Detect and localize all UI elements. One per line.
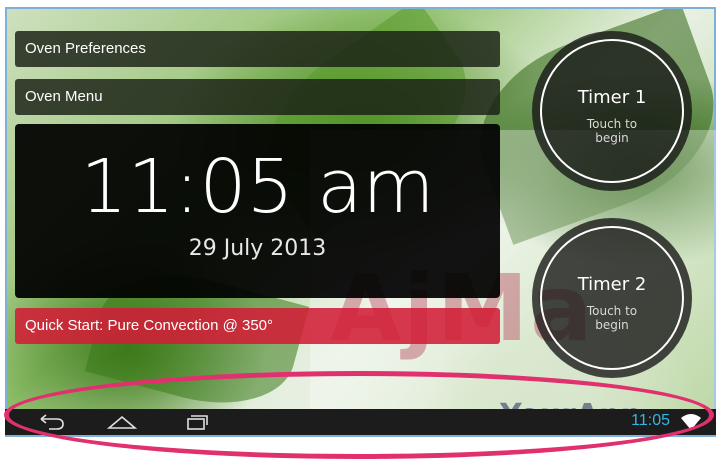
clock-time: 11:05 am [80, 144, 435, 230]
highlight-ellipse [4, 371, 714, 459]
timer-ring [540, 39, 684, 183]
timer-subtitle: Touch to begin [586, 304, 638, 332]
quick-start-button[interactable]: Quick Start: Pure Convection @ 350° [15, 308, 500, 344]
oven-menu-label: Oven Menu [25, 88, 103, 105]
oven-preferences-label: Oven Preferences [25, 40, 146, 57]
timer-subtitle: Touch to begin [586, 117, 638, 145]
quick-start-label: Quick Start: Pure Convection @ 350° [25, 317, 274, 334]
timer-ring [540, 226, 684, 370]
oven-preferences-button[interactable]: Oven Preferences [15, 31, 500, 67]
clock-date: 29 July 2013 [188, 236, 327, 261]
timer-1-button[interactable]: Timer 1 Touch to begin [532, 31, 692, 191]
oven-menu-button[interactable]: Oven Menu [15, 79, 500, 115]
timer-2-button[interactable]: Timer 2 Touch to begin [532, 218, 692, 378]
timer-title: Timer 2 [577, 274, 647, 295]
clock-panel: 11:05 am 29 July 2013 [15, 124, 500, 298]
timer-title: Timer 1 [577, 87, 647, 108]
